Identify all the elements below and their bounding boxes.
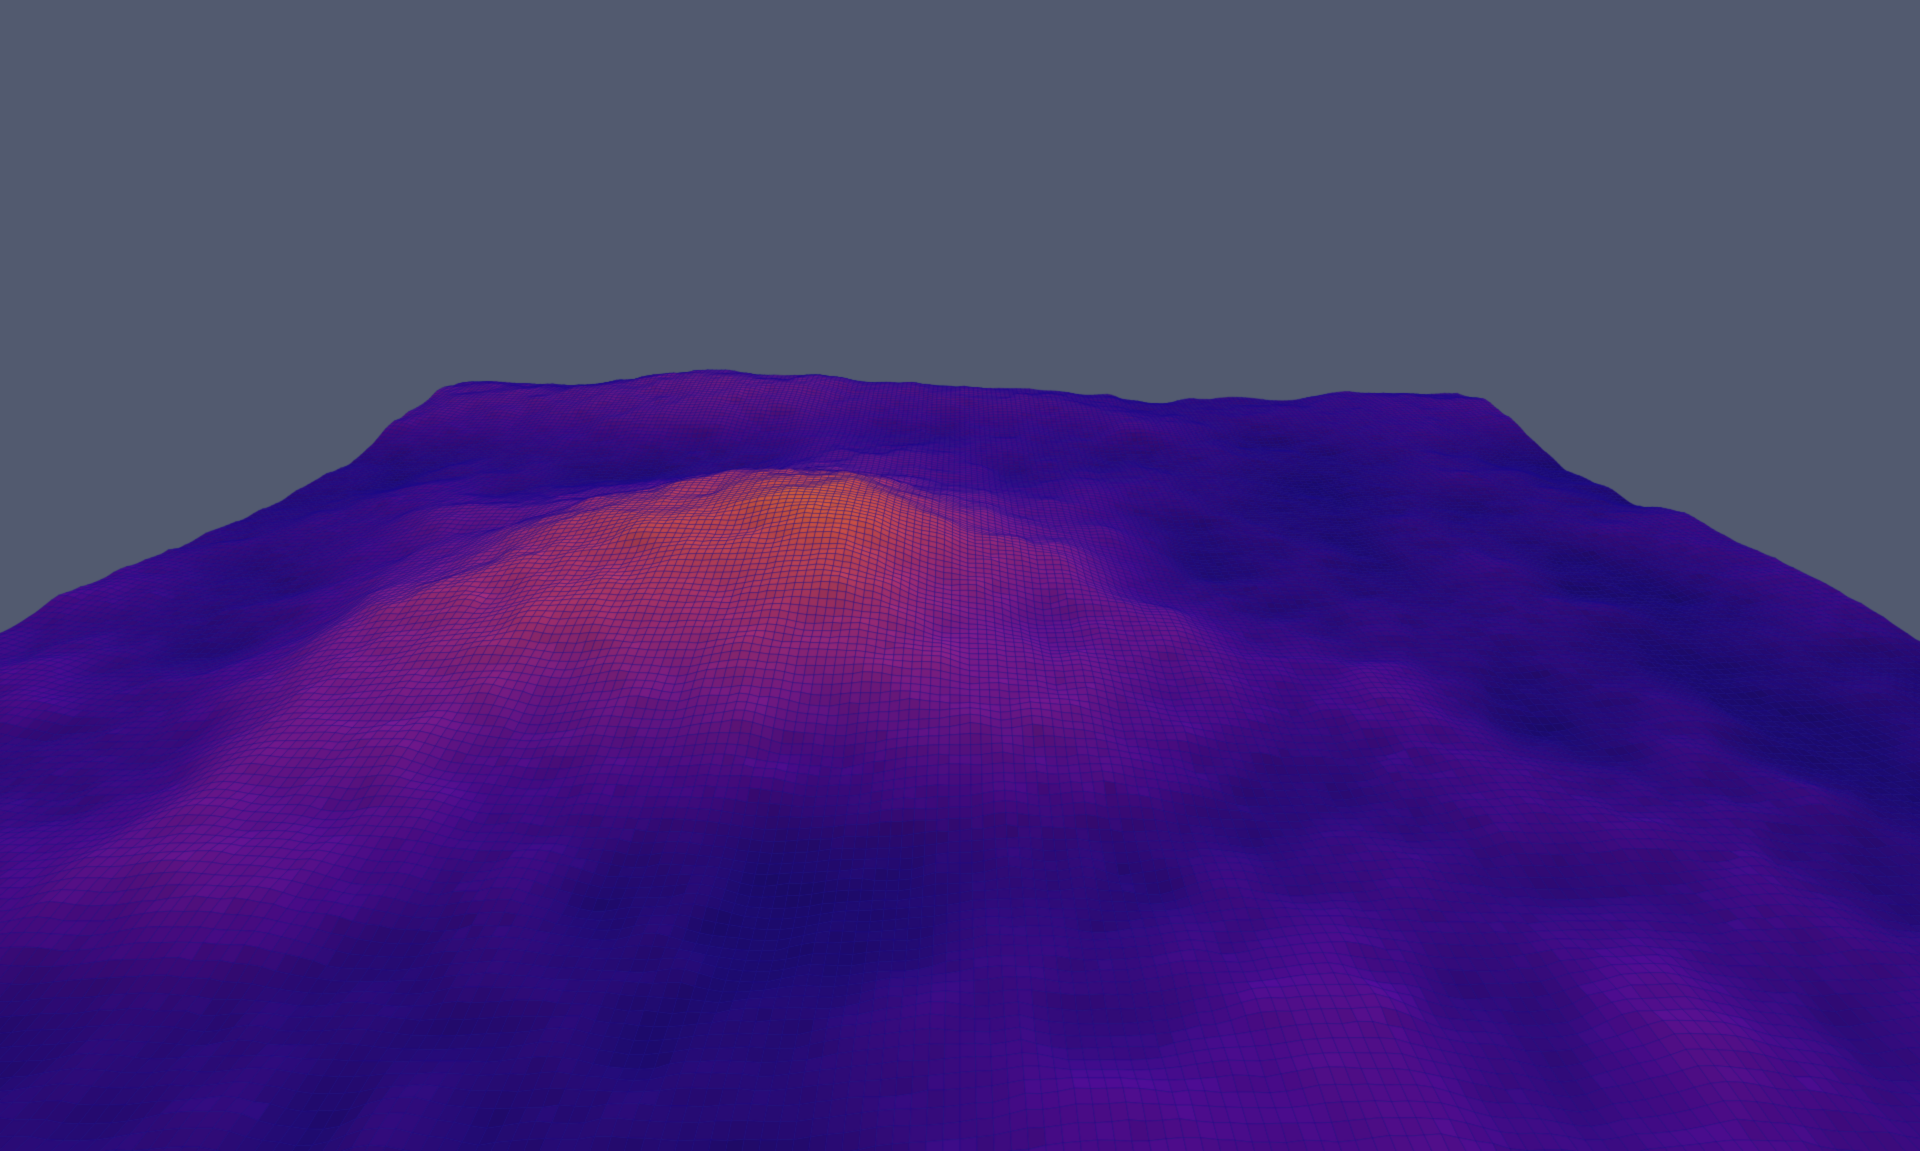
3d-viewport[interactable] — [0, 0, 1920, 1151]
terrain-wireframe-surface[interactable] — [0, 0, 1920, 1151]
